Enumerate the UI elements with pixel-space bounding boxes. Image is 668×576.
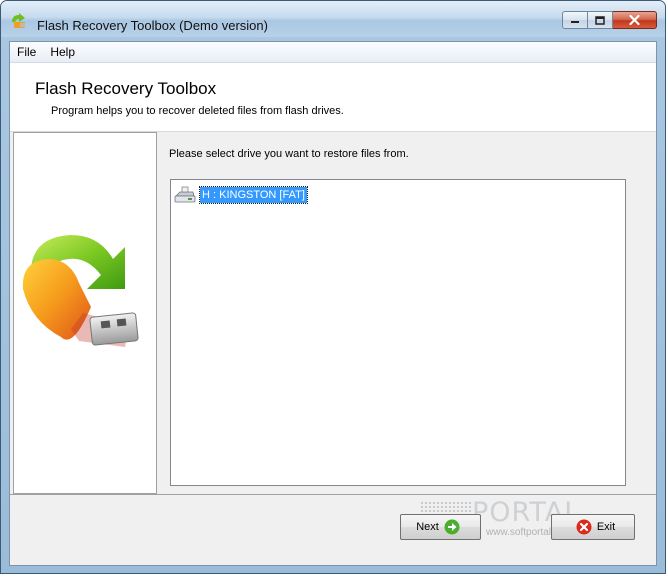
removable-drive-icon xyxy=(174,186,196,203)
window-controls xyxy=(562,11,657,29)
menu-file[interactable]: File xyxy=(10,45,43,59)
wizard-header: Flash Recovery Toolbox Program helps you… xyxy=(10,63,656,132)
drive-list[interactable]: H : KINGSTON [FAT] xyxy=(170,179,626,486)
minimize-button[interactable] xyxy=(562,11,588,29)
title-bar[interactable]: Flash Recovery Toolbox (Demo version) xyxy=(1,1,665,37)
maximize-button[interactable] xyxy=(588,11,613,29)
exit-button-label: Exit xyxy=(596,521,616,533)
close-icon xyxy=(629,15,640,25)
client-area: File Help Flash Recovery Toolbox Program… xyxy=(9,41,657,566)
app-window: Flash Recovery Toolbox (Demo version) Fi… xyxy=(0,0,666,574)
side-panel xyxy=(13,132,157,494)
next-button-label: Next xyxy=(416,521,439,533)
header-title: Flash Recovery Toolbox xyxy=(35,79,217,98)
usb-recovery-logo-icon xyxy=(22,235,139,347)
next-button[interactable]: Next xyxy=(400,514,481,540)
instruction-text: Please select drive you want to restore … xyxy=(169,148,409,160)
header-subtitle: Program helps you to recover deleted fil… xyxy=(51,105,344,117)
arrow-right-icon xyxy=(444,519,460,535)
maximize-icon xyxy=(595,15,605,25)
footer-separator xyxy=(10,494,656,495)
menu-bar: File Help xyxy=(10,42,656,63)
drive-label[interactable]: H : KINGSTON [FAT] xyxy=(199,186,308,204)
drive-item[interactable]: H : KINGSTON [FAT] xyxy=(173,186,308,204)
close-button[interactable] xyxy=(613,11,657,29)
menu-help[interactable]: Help xyxy=(43,45,82,59)
exit-button[interactable]: Exit xyxy=(551,514,635,540)
close-circle-icon xyxy=(576,519,592,535)
window-title: Flash Recovery Toolbox (Demo version) xyxy=(37,18,268,33)
app-icon xyxy=(12,13,25,28)
minimize-icon xyxy=(571,21,579,23)
